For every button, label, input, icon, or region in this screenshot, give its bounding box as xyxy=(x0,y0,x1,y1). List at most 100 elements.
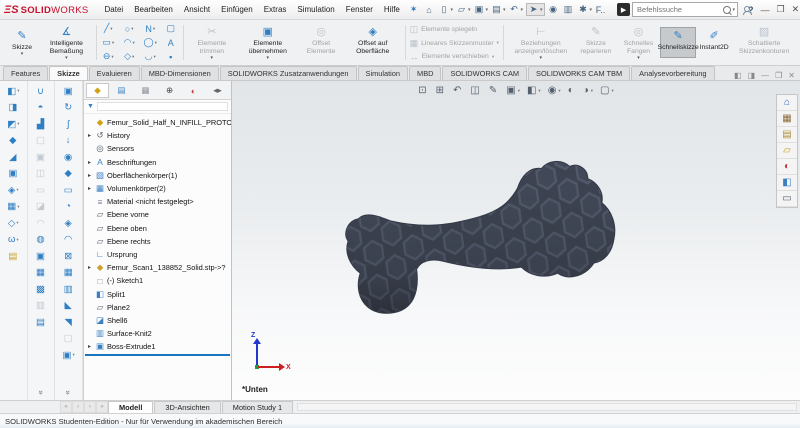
dropdown-caret-icon[interactable]: ▾ xyxy=(132,54,134,60)
sketch-entity-button[interactable]: ◠▾ xyxy=(119,36,140,50)
command-tab[interactable]: Skizze xyxy=(49,66,88,80)
view-palette-icon[interactable]: ◐ xyxy=(777,159,797,175)
open-button[interactable]: ▱▾ xyxy=(456,4,471,15)
document-mode-tab[interactable]: Modell xyxy=(108,401,153,413)
displaymanager-tab[interactable]: ◐ xyxy=(182,83,205,98)
new-document-button[interactable]: ▯▾ xyxy=(438,4,453,15)
command-search-input[interactable] xyxy=(635,4,722,15)
graphics-viewport[interactable]: ⊡ ⊞ ↶ ◫ ✎ ▣▾ xyxy=(232,81,800,400)
view-orientation-button[interactable]: ▣▾ xyxy=(506,85,520,96)
tree-item[interactable]: ∟ Ursprung xyxy=(84,248,231,261)
dropdown-caret-icon[interactable]: ▾ xyxy=(558,88,560,94)
ribbon-row-button[interactable]: ↔ Elemente verschieben ▾ xyxy=(410,52,499,62)
feature-tool-button[interactable]: ↻ xyxy=(55,100,82,117)
file-explorer-icon[interactable]: ▱ xyxy=(777,143,797,159)
tree-item[interactable]: □ (-) Sketch1 xyxy=(84,274,231,287)
tab-scroll-button[interactable]: « xyxy=(60,401,72,413)
hide-show-items-button[interactable]: ◉▾ xyxy=(548,85,561,96)
dropdown-caret-icon[interactable]: ▾ xyxy=(17,121,19,127)
feature-tool-button[interactable]: ▥ xyxy=(28,298,55,315)
design-library-icon[interactable]: ▤ xyxy=(777,127,797,143)
appearances-icon[interactable]: ◧ xyxy=(777,175,797,191)
pin-toolbar-icon[interactable]: ✶ xyxy=(410,4,418,15)
feature-tool-button[interactable]: ◇▾ xyxy=(0,215,27,232)
dropdown-caret-icon[interactable]: ▾ xyxy=(155,40,157,46)
apply-scene-button[interactable]: ◑▾ xyxy=(583,85,593,96)
sketch-entity-button[interactable]: ⊖▾ xyxy=(98,50,119,64)
document-mode-tab[interactable]: 3D-Ansichten xyxy=(154,401,220,413)
dropdown-caret-icon[interactable]: ▾ xyxy=(131,26,133,32)
feature-tool-button[interactable]: ▦ xyxy=(55,265,82,282)
dropdown-caret-icon[interactable]: ▾ xyxy=(591,88,593,94)
expand-arrow-icon[interactable]: ▸ xyxy=(86,159,93,166)
feature-tool-button[interactable]: ▣ xyxy=(28,149,55,166)
command-tab[interactable]: Analysevorbereitung xyxy=(631,66,714,80)
femur-model[interactable] xyxy=(330,157,622,323)
menu-item[interactable]: Fenster xyxy=(341,3,378,16)
doc-restore-button[interactable]: ❐ xyxy=(775,71,782,80)
tree-item[interactable]: ▸ A Beschriftungen xyxy=(84,156,231,169)
tree-item[interactable]: ▱ Ebene rechts xyxy=(84,235,231,248)
document-mode-tab[interactable]: Motion Study 1 xyxy=(222,401,293,413)
feature-tool-button[interactable]: ◉ xyxy=(55,149,82,166)
feature-tool-button[interactable]: ◢ xyxy=(0,149,27,166)
feature-tool-button[interactable]: ◈ xyxy=(55,215,82,232)
dropdown-caret-icon[interactable]: ▾ xyxy=(16,220,18,226)
feature-tool-button[interactable]: ◧▾ xyxy=(0,83,27,100)
tree-item[interactable]: ▸ ▣ Boss-Extrude1 xyxy=(84,340,231,353)
tree-item[interactable]: ▱ Ebene oben xyxy=(84,222,231,235)
search-caret-icon[interactable]: ▾ xyxy=(733,7,736,13)
ribbon-button[interactable]: ∡ Intelligente Bemaßung ▾ xyxy=(40,23,93,62)
feature-tool-button[interactable]: ◆ xyxy=(0,133,27,150)
custom-properties-icon[interactable]: ▭ xyxy=(777,191,797,207)
dropdown-caret-icon[interactable]: ▾ xyxy=(612,88,614,94)
toolbar-overflow-icon[interactable]: » xyxy=(64,390,73,394)
sketch-entity-button[interactable]: ◇▾ xyxy=(119,50,140,64)
dropdown-caret-icon[interactable]: ▾ xyxy=(485,7,488,13)
dropdown-caret-icon[interactable]: ▾ xyxy=(540,55,543,61)
feature-tool-button[interactable]: ◈▾ xyxy=(0,182,27,199)
dropdown-caret-icon[interactable]: ▾ xyxy=(211,55,214,61)
restore-button[interactable]: ❐ xyxy=(777,4,785,15)
tree-filter-input[interactable] xyxy=(97,102,228,111)
command-tab[interactable]: SOLIDWORKS Zusatzanwendungen xyxy=(220,66,357,80)
tree-item[interactable]: ≡ Material <nicht festgelegt> xyxy=(84,195,231,208)
feature-tool-button[interactable]: ◠ xyxy=(28,215,55,232)
sketch-annotation-button[interactable]: ✎ xyxy=(489,85,499,96)
feature-tool-button[interactable]: ▟ xyxy=(28,116,55,133)
feature-tool-button[interactable]: ◣ xyxy=(55,298,82,315)
feature-tool-button[interactable]: ▣ xyxy=(28,248,55,265)
close-button[interactable]: ✕ xyxy=(792,4,800,15)
feature-tool-button[interactable]: ω▾ xyxy=(0,232,27,249)
sketch-entity-button[interactable]: ◯▾ xyxy=(140,36,161,50)
propertymanager-tab[interactable]: ▤ xyxy=(110,83,133,98)
zoom-to-fit-button[interactable]: ⊡ xyxy=(418,85,428,96)
sketch-entity-button[interactable]: ▢ xyxy=(161,22,182,36)
flyout-button[interactable]: F.. xyxy=(595,5,607,15)
dropdown-caret-icon[interactable]: ▾ xyxy=(503,7,506,13)
ribbon-button[interactable]: ✐ Instant2D xyxy=(696,27,732,59)
dropdown-caret-icon[interactable]: ▾ xyxy=(468,7,471,13)
settings-gear-button[interactable]: ✱▾ xyxy=(578,4,593,15)
dropdown-caret-icon[interactable]: ▾ xyxy=(21,51,24,57)
featuremanager-tab[interactable]: ◆ xyxy=(86,83,109,98)
tree-item[interactable]: ◎ Sensors xyxy=(84,142,231,155)
command-tab[interactable]: MBD xyxy=(409,66,441,80)
ribbon-button[interactable]: ✎ Schnellskizze xyxy=(660,27,696,59)
home-button[interactable]: ⌂ xyxy=(423,5,435,15)
horizontal-scrollbar[interactable] xyxy=(297,403,797,411)
dropdown-caret-icon[interactable]: ▾ xyxy=(267,55,270,61)
dropdown-caret-icon[interactable]: ▾ xyxy=(540,7,543,13)
edit-appearance-button[interactable]: ◐ xyxy=(568,85,576,96)
dropdown-caret-icon[interactable]: ▾ xyxy=(16,187,18,193)
doc-minimize-button[interactable]: — xyxy=(761,71,769,80)
sketch-entity-button[interactable]: ◡▾ xyxy=(140,50,161,64)
select-button[interactable]: ➤▾ xyxy=(526,3,545,16)
feature-tool-button[interactable]: ◩▾ xyxy=(0,116,27,133)
tree-item[interactable]: ◆ Femur_Solid_Half_N_INFILL_PROTO xyxy=(84,116,231,129)
sketch-entity-button[interactable]: ╱▾ xyxy=(98,22,119,36)
feature-tool-button[interactable]: ◔ xyxy=(55,199,82,216)
ribbon-button[interactable]: ✂ Elemente trimmen ▾ xyxy=(187,23,237,62)
feature-tool-button[interactable]: ▣ xyxy=(55,83,82,100)
view-settings-button[interactable]: ▢▾ xyxy=(600,85,614,96)
